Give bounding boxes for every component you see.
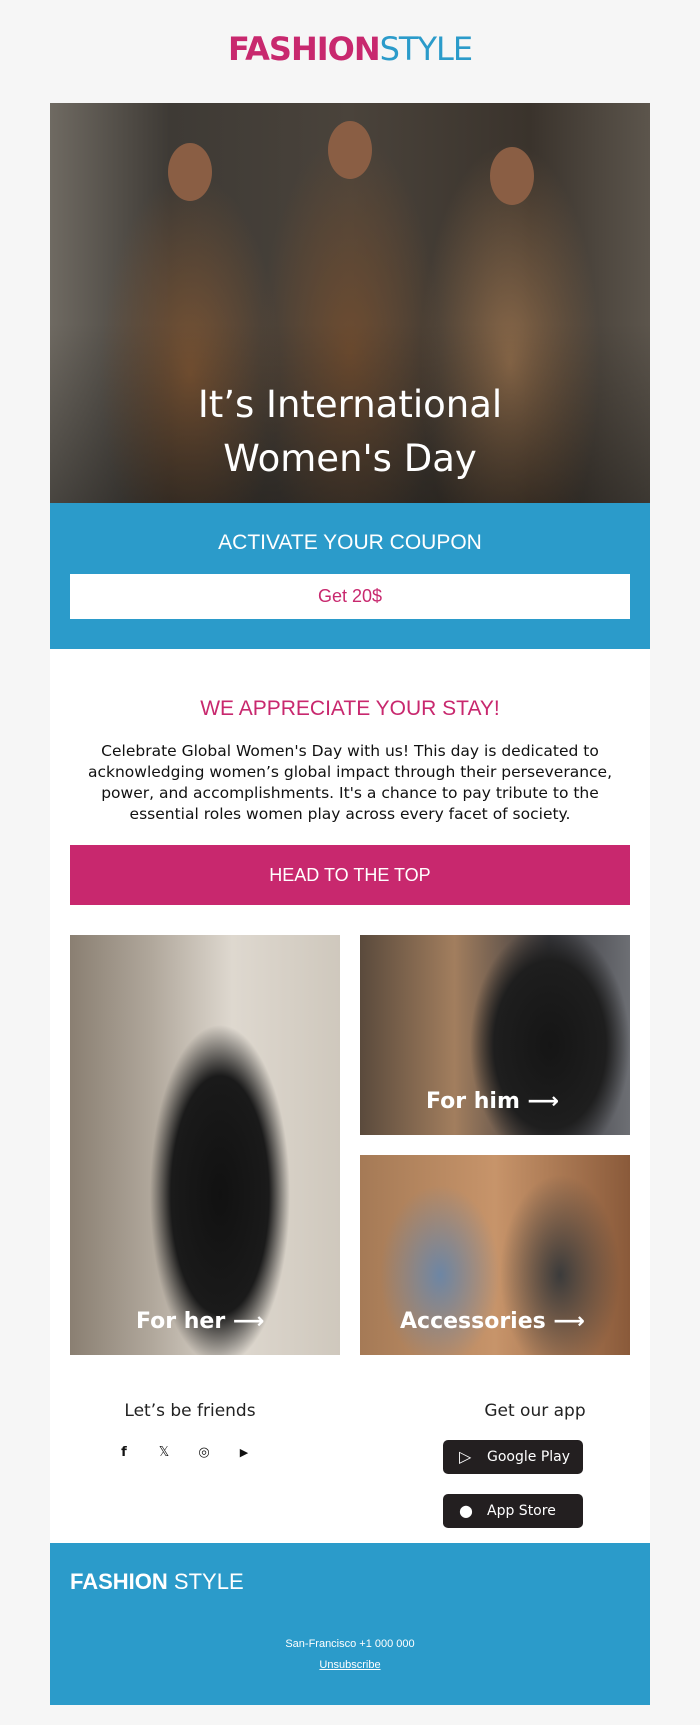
apple-icon: ● [459,1501,473,1520]
tile-for-her[interactable]: For her ⟶ [70,935,340,1355]
tile-for-him-label: For him ⟶ [426,1089,560,1114]
coupon-section: ACTIVATE YOUR COUPON Get 20$ [50,503,650,649]
tile-for-her-label: For her ⟶ [136,1309,265,1334]
footer-logo-fashion: FASHION [70,1569,168,1594]
youtube-icon[interactable]: ▶ [234,1443,254,1463]
social-heading: Let’s be friends [124,1401,256,1421]
logo-fashion: FASHION [227,30,381,68]
hero-banner[interactable]: It’s International Women's Day [50,103,650,503]
head-to-top-button[interactable]: HEAD TO THE TOP [70,845,630,905]
email-card: It’s International Women's Day ACTIVATE … [50,103,650,1705]
model-face-center [328,121,372,179]
x-icon[interactable]: 𝕏 [154,1443,174,1463]
footer: FASHION STYLE San-Francisco +1 000 000 U… [50,1543,650,1705]
app-store-button[interactable]: ● App Store [443,1494,583,1528]
model-face-right [490,147,534,205]
hero-title-line1: It’s International [197,383,503,426]
message-body: Celebrate Global Women's Day with us! Th… [87,742,613,823]
google-play-icon: ▷ [459,1447,472,1466]
tile-accessories[interactable]: Accessories ⟶ [360,1155,630,1355]
hero-title: It’s International Women's Day [50,378,650,486]
unsubscribe-link[interactable]: Unsubscribe [50,1659,650,1671]
footer-address: San-Francisco +1 000 000 [285,1638,415,1650]
header-logo[interactable]: FASHIONSTYLE [0,30,700,68]
hero-title-line2: Women's Day [223,437,477,480]
logo-style: STYLE [379,30,473,68]
instagram-icon[interactable]: ◎ [194,1443,214,1463]
app-heading: Get our app [484,1401,586,1421]
google-play-label: Google Play [487,1449,571,1465]
coupon-heading: ACTIVATE YOUR COUPON [218,531,482,554]
model-face-left [168,143,212,201]
appreciate-heading: WE APPRECIATE YOUR STAY! [200,697,500,720]
footer-logo-style: STYLE [173,1569,244,1594]
tile-for-him[interactable]: For him ⟶ [360,935,630,1135]
get-coupon-button[interactable]: Get 20$ [70,574,630,619]
facebook-icon[interactable]: f [114,1443,134,1463]
app-store-label: App Store [487,1503,556,1519]
tile-accessories-label: Accessories ⟶ [400,1309,585,1334]
footer-logo[interactable]: FASHION STYLE [70,1569,244,1595]
google-play-button[interactable]: ▷ Google Play [443,1440,583,1474]
